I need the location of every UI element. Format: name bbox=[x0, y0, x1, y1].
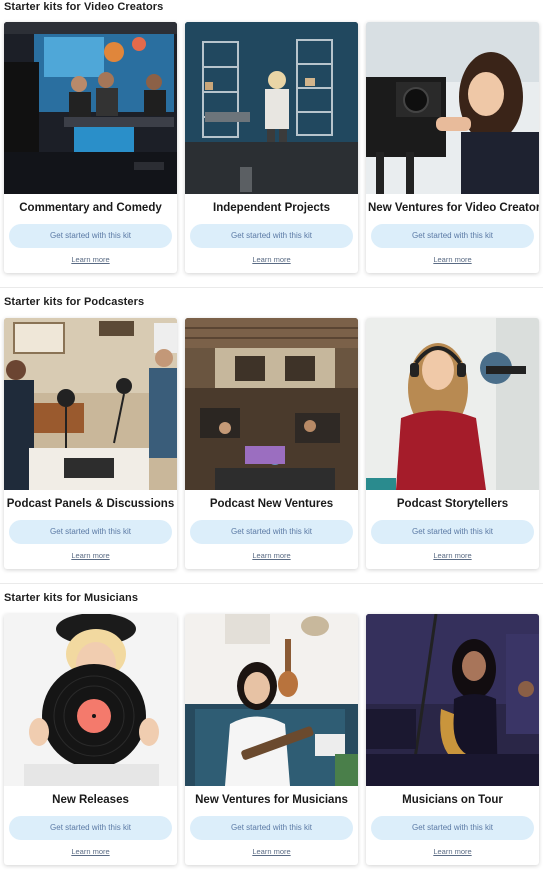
kit-photo-independent-projects bbox=[185, 22, 358, 194]
kit-photo-podcast-panels bbox=[4, 318, 177, 490]
kit-card-musicians-on-tour[interactable]: Musicians on Tour Get started with this … bbox=[366, 614, 539, 865]
get-started-button[interactable]: Get started with this kit bbox=[371, 520, 534, 544]
section-divider bbox=[0, 287, 543, 288]
learn-more-link[interactable]: Learn more bbox=[4, 847, 177, 856]
learn-more-link[interactable]: Learn more bbox=[4, 551, 177, 560]
section-title-musicians: Starter kits for Musicians bbox=[4, 592, 139, 604]
kit-photo-commentary-comedy bbox=[4, 22, 177, 194]
learn-more-link[interactable]: Learn more bbox=[185, 847, 358, 856]
section-title-podcasters: Starter kits for Podcasters bbox=[4, 296, 145, 308]
kit-photo-podcast-storytellers bbox=[366, 318, 539, 490]
kit-card-podcast-storytellers[interactable]: Podcast Storytellers Get started with th… bbox=[366, 318, 539, 569]
get-started-button[interactable]: Get started with this kit bbox=[190, 520, 353, 544]
kit-card-commentary-comedy[interactable]: Commentary and Comedy Get started with t… bbox=[4, 22, 177, 273]
kit-card-podcast-new-ventures[interactable]: Podcast New Ventures Get started with th… bbox=[185, 318, 358, 569]
learn-more-link[interactable]: Learn more bbox=[185, 255, 358, 264]
get-started-button[interactable]: Get started with this kit bbox=[9, 816, 172, 840]
kit-title: Musicians on Tour bbox=[402, 794, 503, 806]
kit-title: Independent Projects bbox=[213, 202, 330, 214]
kit-title: New Ventures for Musicians bbox=[195, 794, 348, 806]
kit-card-independent-projects[interactable]: Independent Projects Get started with th… bbox=[185, 22, 358, 273]
kit-photo-new-ventures-video bbox=[366, 22, 539, 194]
learn-more-link[interactable]: Learn more bbox=[366, 847, 539, 856]
kit-card-new-ventures-video[interactable]: New Ventures for Video Creators Get star… bbox=[366, 22, 539, 273]
kit-card-podcast-panels[interactable]: Podcast Panels & Discussions Get started… bbox=[4, 318, 177, 569]
kit-photo-podcast-new-ventures bbox=[185, 318, 358, 490]
learn-more-link[interactable]: Learn more bbox=[366, 551, 539, 560]
learn-more-link[interactable]: Learn more bbox=[366, 255, 539, 264]
kit-photo-new-releases bbox=[4, 614, 177, 786]
kit-title: Podcast Panels & Discussions bbox=[6, 498, 175, 510]
get-started-button[interactable]: Get started with this kit bbox=[190, 224, 353, 248]
kit-title: Commentary and Comedy bbox=[19, 202, 162, 214]
learn-more-link[interactable]: Learn more bbox=[4, 255, 177, 264]
kit-photo-new-ventures-musicians bbox=[185, 614, 358, 786]
section-divider bbox=[0, 583, 543, 584]
get-started-button[interactable]: Get started with this kit bbox=[371, 816, 534, 840]
get-started-button[interactable]: Get started with this kit bbox=[190, 816, 353, 840]
kit-title: New Releases bbox=[52, 794, 129, 806]
section-title-video-creators: Starter kits for Video Creators bbox=[4, 1, 164, 13]
get-started-button[interactable]: Get started with this kit bbox=[9, 224, 172, 248]
get-started-button[interactable]: Get started with this kit bbox=[9, 520, 172, 544]
kit-card-new-ventures-musicians[interactable]: New Ventures for Musicians Get started w… bbox=[185, 614, 358, 865]
kit-title: Podcast New Ventures bbox=[209, 498, 334, 510]
kit-card-new-releases[interactable]: New Releases Get started with this kit L… bbox=[4, 614, 177, 865]
get-started-button[interactable]: Get started with this kit bbox=[371, 224, 534, 248]
kit-title: New Ventures for Video Creators bbox=[368, 202, 539, 214]
kit-title: Podcast Storytellers bbox=[396, 498, 509, 510]
learn-more-link[interactable]: Learn more bbox=[185, 551, 358, 560]
kit-photo-musicians-on-tour bbox=[366, 614, 539, 786]
